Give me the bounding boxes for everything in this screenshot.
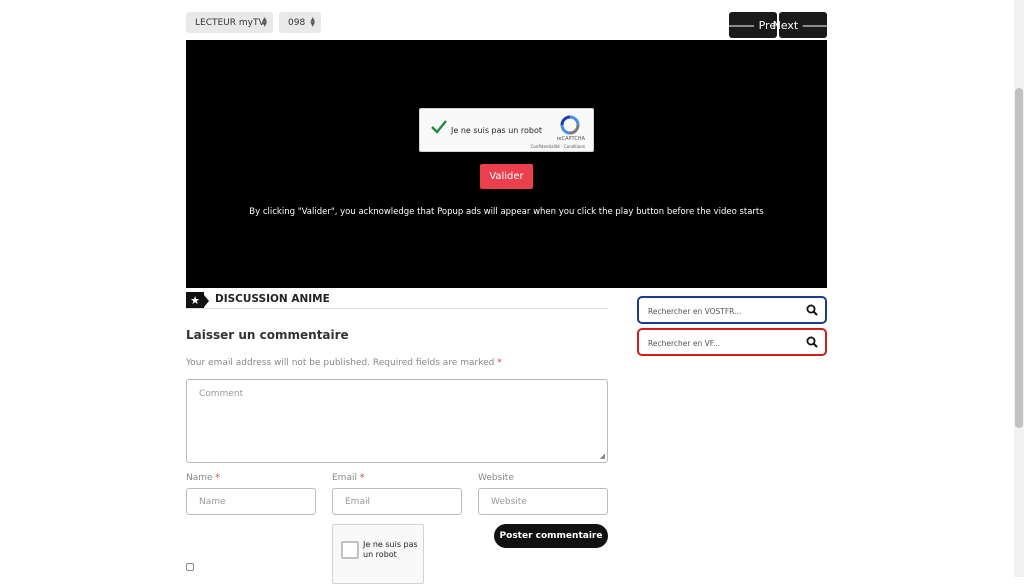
arrow-right-icon: 🡒 <box>801 18 834 33</box>
select-arrows-icon: ▲ ▼ <box>310 16 315 28</box>
player-select[interactable]: LECTEUR myTV ▲ ▼ <box>186 12 273 33</box>
prev-button[interactable]: 🡐 Prev <box>723 12 783 38</box>
name-label: Name * <box>186 473 220 483</box>
header-arrow-shape <box>204 295 209 307</box>
required-mark: * <box>497 358 502 368</box>
recaptcha-brand: reCAPTCHA <box>556 136 585 142</box>
required-mark: * <box>359 473 365 483</box>
email-label-text: Email <box>332 473 357 483</box>
popup-disclaimer: By clicking "Valider", you acknowledge t… <box>249 207 764 217</box>
consent-checkbox[interactable] <box>186 563 194 571</box>
comment-placeholder: Comment <box>199 389 244 399</box>
star-icon: ★ <box>186 292 204 309</box>
search-vf-placeholder: Rechercher en VF... <box>648 339 721 348</box>
resize-grip-icon[interactable]: ◢ <box>600 452 605 460</box>
website-field[interactable]: Website <box>478 488 608 515</box>
discussion-title: DISCUSSION ANIME <box>215 293 330 305</box>
search-vostfr-input[interactable]: Rechercher en VOSTFR... <box>637 296 827 324</box>
divider <box>186 308 608 309</box>
website-label: Website <box>478 473 514 483</box>
validate-button[interactable]: Valider <box>480 164 533 189</box>
required-mark: * <box>215 473 220 483</box>
name-label-text: Name <box>186 473 213 483</box>
next-label: Next <box>772 18 799 32</box>
comment-notice-text: Your email address will not be published… <box>186 358 495 368</box>
search-icon[interactable] <box>806 304 818 316</box>
recaptcha-logo-icon <box>560 115 580 135</box>
post-comment-button[interactable]: Poster commentaire <box>494 524 608 548</box>
search-vf-input[interactable]: Rechercher en VF... <box>637 328 827 356</box>
comment-heading: Laisser un commentaire <box>186 328 349 342</box>
email-field[interactable]: Email <box>332 488 462 515</box>
comment-recaptcha-label: Je ne suis pas un robot <box>363 540 418 559</box>
next-button[interactable]: Next 🡒 <box>773 12 833 38</box>
comment-recaptcha-widget[interactable]: Je ne suis pas un robot <box>332 524 424 584</box>
scrollbar-thumb[interactable] <box>1015 88 1023 428</box>
comment-notice: Your email address will not be published… <box>186 358 502 368</box>
recaptcha-checkbox[interactable] <box>341 541 359 559</box>
name-placeholder: Name <box>199 497 226 507</box>
recaptcha-label: Je ne suis pas un robot <box>451 126 543 135</box>
name-field[interactable]: Name <box>186 488 316 515</box>
episode-select[interactable]: 098 ▲ ▼ <box>279 12 321 33</box>
episode-select-value: 098 <box>288 17 306 28</box>
comment-textarea[interactable]: Comment ◢ <box>186 379 608 463</box>
checkmark-icon <box>431 120 447 134</box>
website-placeholder: Website <box>491 497 527 507</box>
arrow-left-icon: 🡐 <box>723 18 756 33</box>
search-icon[interactable] <box>806 336 818 348</box>
email-placeholder: Email <box>345 497 370 507</box>
search-vostfr-placeholder: Rechercher en VOSTFR... <box>648 307 742 316</box>
email-label: Email * <box>332 473 364 483</box>
recaptcha-terms[interactable]: Confidentialité - Conditions <box>531 144 585 149</box>
recaptcha-widget[interactable]: Je ne suis pas un robot reCAPTCHA Confid… <box>419 108 594 152</box>
player-select-value: LECTEUR myTV <box>195 17 265 28</box>
select-arrows-icon: ▲ ▼ <box>262 16 267 28</box>
